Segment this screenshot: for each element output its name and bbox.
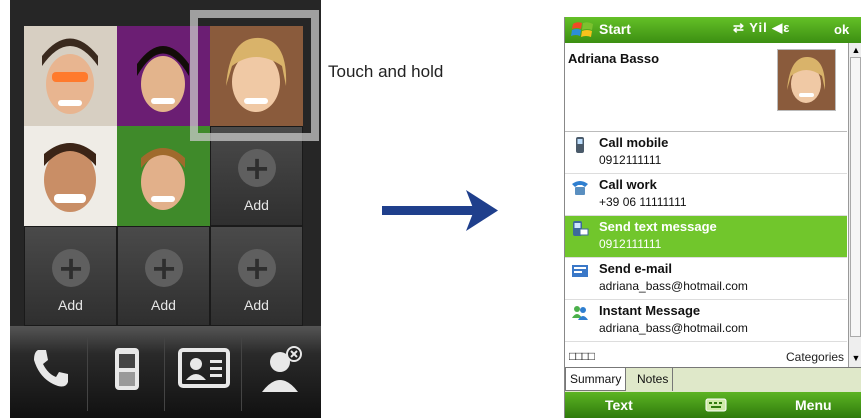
add-contact-tile[interactable]: + Add — [117, 226, 210, 326]
title-bar: Start ⇄ Yil ◀ε ok — [565, 17, 861, 43]
instant-message-label: Instant Message — [599, 303, 701, 318]
touch-highlight-frame — [190, 10, 319, 141]
sms-icon — [573, 221, 589, 236]
contact-photo-tile-1[interactable] — [24, 26, 117, 126]
ok-button[interactable]: ok — [834, 22, 849, 37]
contact-photo-tile-5[interactable] — [117, 126, 210, 226]
contact-name: Adriana Basso — [568, 51, 660, 66]
scroll-down-icon[interactable]: ▼ — [849, 351, 861, 365]
call-mobile-label: Call mobile — [599, 135, 669, 150]
instant-message-row[interactable]: Instant Message adriana_bass@hotmail.com — [565, 300, 847, 342]
contact-card-button[interactable] — [167, 336, 242, 411]
add-label: Add — [244, 297, 269, 313]
text-soft-key[interactable]: Text — [605, 397, 633, 413]
call-work-row[interactable]: Call work +39 06 11111111 — [565, 174, 847, 216]
add-contact-tile[interactable]: + Add — [210, 226, 303, 326]
send-text-message-label: Send text message — [599, 219, 717, 234]
scrollbar[interactable]: ▲ ▼ — [848, 43, 861, 367]
tab-bar: Summary Notes — [565, 367, 861, 392]
mobile-phone-icon — [115, 348, 139, 390]
add-icon: + — [238, 249, 276, 287]
sms-number: 0912111111 — [599, 237, 662, 251]
soft-key-bar: Text Menu — [565, 392, 861, 418]
contact-photo — [777, 49, 836, 111]
email-icon — [572, 265, 588, 277]
scroll-up-icon[interactable]: ▲ — [849, 43, 861, 57]
menu-soft-key[interactable]: Menu — [795, 397, 832, 413]
contact-photo-tile-4[interactable] — [24, 126, 117, 226]
status-icons[interactable]: ⇄ Yil ◀ε — [733, 20, 790, 36]
touch-and-hold-caption: Touch and hold — [328, 62, 444, 81]
add-label: Add — [151, 297, 176, 313]
add-label: Add — [58, 297, 83, 313]
bottom-toolbar — [10, 326, 321, 418]
add-icon: + — [238, 149, 276, 187]
add-icon: + — [145, 249, 183, 287]
tab-summary[interactable]: Summary — [565, 368, 627, 391]
work-number: +39 06 11111111 — [599, 195, 687, 209]
messenger-icon — [572, 306, 588, 320]
send-email-row[interactable]: Send e-mail adriana_bass@hotmail.com — [565, 258, 847, 300]
windows-start-icon[interactable] — [571, 20, 595, 40]
right-arrow-icon — [382, 190, 498, 231]
remove-person-icon — [261, 346, 302, 392]
remove-contact-button[interactable] — [244, 336, 319, 411]
scroll-thumb[interactable] — [850, 57, 861, 337]
mobile-number: 0912111111 — [599, 153, 662, 167]
category-checkboxes[interactable]: □□□□ — [569, 349, 595, 363]
phone-button[interactable] — [13, 336, 88, 411]
categories-row: □□□□ Categories — [565, 348, 848, 366]
start-menu-title[interactable]: Start — [599, 21, 631, 37]
tab-notes[interactable]: Notes — [633, 368, 674, 391]
send-text-message-row[interactable]: Send text message 0912111111 — [565, 216, 847, 258]
keyboard-icon[interactable] — [705, 397, 727, 413]
add-label: Add — [244, 197, 269, 213]
categories-label[interactable]: Categories — [786, 350, 844, 364]
call-mobile-row[interactable]: Call mobile 0912111111 — [565, 132, 847, 174]
im-address: adriana_bass@hotmail.com — [599, 321, 748, 335]
add-icon: + — [52, 249, 90, 287]
contact-details-screen: Start ⇄ Yil ◀ε ok Adriana Basso Call mob… — [564, 17, 861, 418]
mobile-phone-icon — [576, 137, 584, 153]
phone-icon — [34, 350, 68, 387]
call-work-label: Call work — [599, 177, 657, 192]
send-email-label: Send e-mail — [599, 261, 672, 276]
contact-card-icon — [178, 348, 230, 388]
add-contact-tile[interactable]: + Add — [24, 226, 117, 326]
email-address: adriana_bass@hotmail.com — [599, 279, 748, 293]
work-phone-icon — [572, 181, 588, 195]
contact-header: Adriana Basso — [565, 43, 847, 132]
mobile-button[interactable] — [90, 336, 165, 411]
add-contact-tile[interactable]: + Add — [210, 126, 303, 226]
